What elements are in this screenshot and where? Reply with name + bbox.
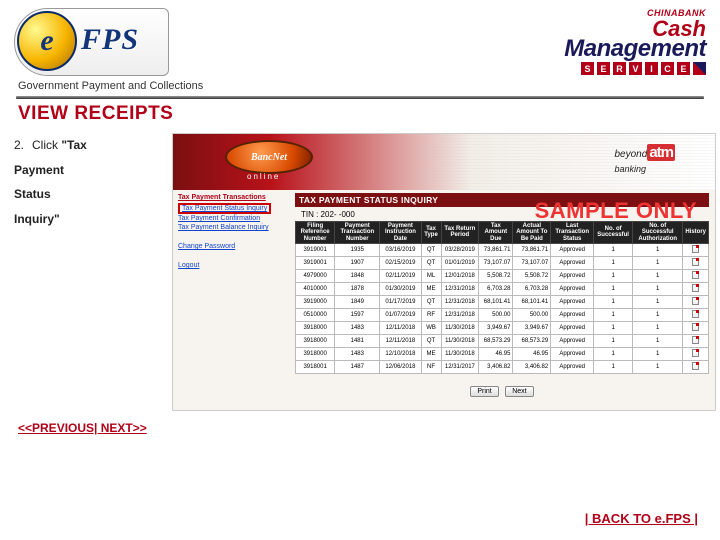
print-button[interactable]: Print [470, 386, 498, 397]
table-row: 3919001190702/15/2019QT01/01/201973,107.… [296, 256, 709, 269]
nav-confirmation[interactable]: Tax Payment Confirmation [178, 214, 286, 223]
bancnet-logo: BancNet [225, 140, 313, 174]
table-row: 4010000187801/30/2019ME12/31/20186,703.2… [296, 282, 709, 295]
results-table: Filing Reference NumberPayment Transacti… [295, 221, 709, 374]
nav-header: Tax Payment Transactions [178, 194, 286, 201]
table-row: 3918001148712/06/2018NF12/31/20173,406.8… [296, 360, 709, 373]
table-row: 0510000159701/07/2019RF12/31/2018500.005… [296, 308, 709, 321]
page-title: VIEW RECEIPTS [0, 99, 720, 129]
table-row: 3918000148112/11/2018QT11/30/201868,573.… [296, 334, 709, 347]
prev-next-link[interactable]: <<PREVIOUS| NEXT>> [0, 411, 165, 435]
efps-e: e [40, 24, 53, 58]
table-row: 3919000184901/17/2019QT12/31/201868,101.… [296, 295, 709, 308]
table-row: 4979000184802/11/2019ML12/01/20185,508.7… [296, 269, 709, 282]
history-icon[interactable] [692, 362, 699, 370]
nav-status-inquiry[interactable]: Tax Payment Status Inquiry [178, 203, 271, 214]
cms-management: Management [564, 39, 706, 59]
table-row: 3918000148312/11/2018WB11/30/20183,949.6… [296, 321, 709, 334]
history-icon[interactable] [692, 297, 699, 305]
subheading: Government Payment and Collections [0, 80, 720, 96]
nav-balance-inquiry[interactable]: Tax Payment Balance Inquiry [178, 223, 286, 232]
table-row: 3918000148312/10/2018ME11/30/201846.9546… [296, 347, 709, 360]
efps-logo: e FPS [14, 8, 169, 76]
history-icon[interactable] [692, 310, 699, 318]
history-icon[interactable] [692, 349, 699, 357]
table-row: 3919001193503/16/2019QT03/28/201973,861.… [296, 243, 709, 256]
history-icon[interactable] [692, 284, 699, 292]
history-icon[interactable] [692, 323, 699, 331]
history-icon[interactable] [692, 258, 699, 266]
efps-text: FPS [81, 23, 139, 57]
next-button[interactable]: Next [505, 386, 533, 397]
history-icon[interactable] [692, 245, 699, 253]
history-icon[interactable] [692, 336, 699, 344]
back-to-efps-link[interactable]: | BACK TO e.FPS | [585, 511, 698, 526]
cms-logo: CHINABANK Cash Management SERVICE [564, 8, 706, 75]
sample-watermark: SAMPLE ONLY [535, 198, 697, 224]
history-icon[interactable] [692, 271, 699, 279]
embedded-screenshot: BancNet online beyondatm banking Tax Pay… [172, 133, 716, 411]
atm-banking-tagline: beyondatm banking [615, 144, 676, 175]
cms-services: SERVICE [564, 62, 706, 75]
nav-logout[interactable]: Logout [178, 261, 286, 270]
nav-change-password[interactable]: Change Password [178, 242, 286, 251]
left-nav: Tax Payment Transactions Tax Payment Sta… [173, 190, 291, 410]
bancnet-online: online [247, 172, 280, 181]
step-text: 2.Click "Tax Payment Status Inquiry" [14, 133, 164, 411]
